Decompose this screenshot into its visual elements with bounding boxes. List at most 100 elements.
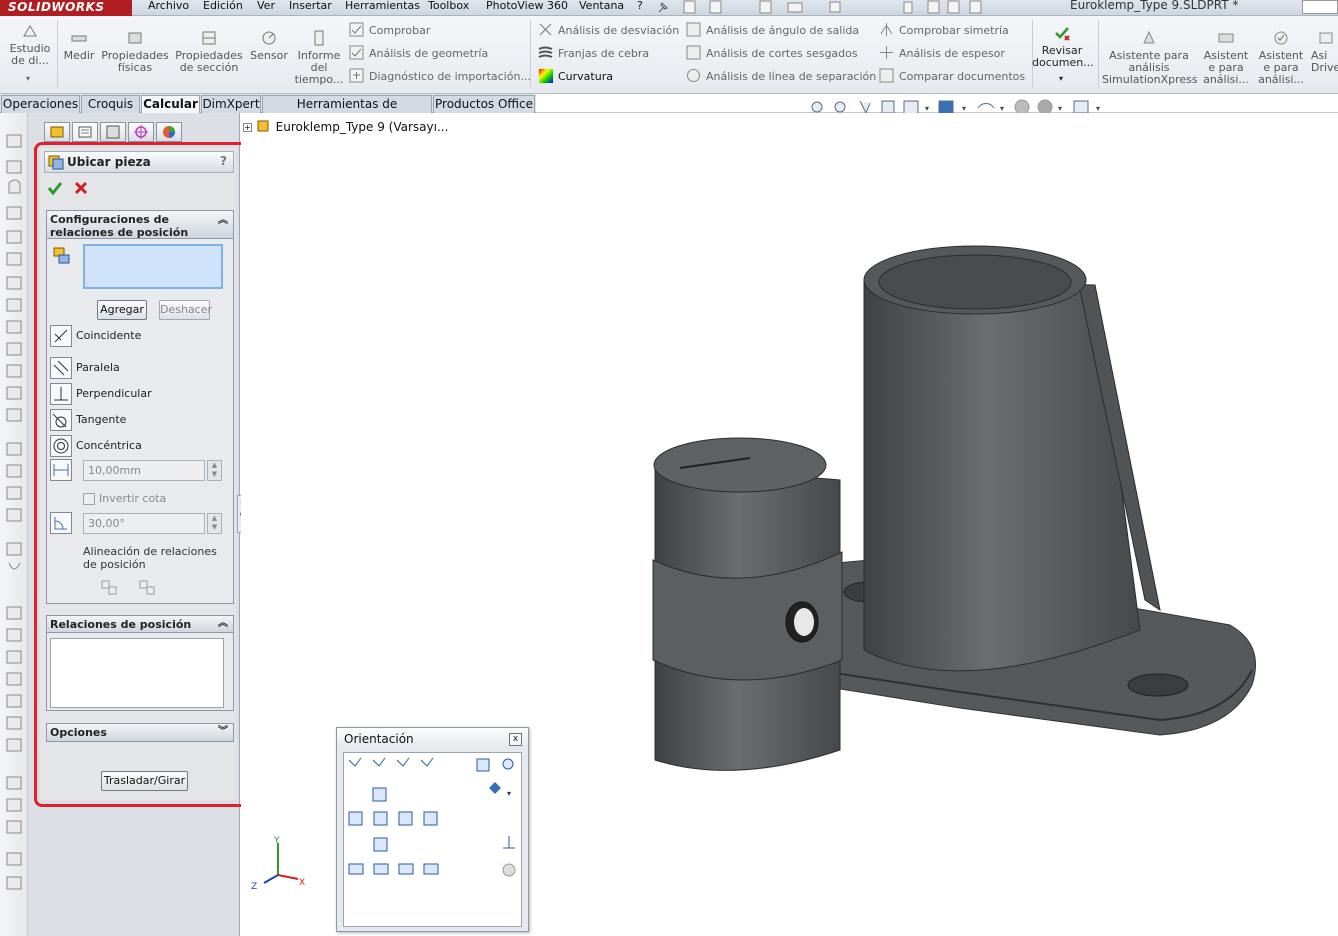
solidworks-logo[interactable]: SOLIDWORKS (0, 0, 132, 16)
dfmxpress-label: Asistent e para análisi... (1258, 49, 1304, 86)
sensor-button[interactable]: Sensor (247, 29, 291, 62)
undercut-analysis-button[interactable]: Análisis de cortes sesgados (686, 45, 858, 63)
pin-icon[interactable] (656, 0, 670, 14)
geometry-analysis-button[interactable]: Análisis de geometría (349, 45, 488, 63)
axes-triad: Y X Z (251, 836, 305, 892)
menu-photoview[interactable]: PhotoView 360 (486, 0, 568, 14)
featuremanager-tab[interactable] (44, 122, 70, 142)
performance-report-button[interactable]: Informe del tiempo... (294, 29, 344, 86)
propertymanager-icon (78, 126, 92, 138)
parting-line-analysis-button[interactable]: Análisis de línea de separación (686, 68, 876, 86)
curvature-label: Curvatura (558, 70, 613, 83)
menu-help[interactable]: ? (637, 0, 643, 14)
expand-node-icon[interactable]: + (243, 123, 252, 132)
tab-croquis[interactable]: Croquis (81, 95, 140, 113)
svg-text:▾: ▾ (1096, 104, 1100, 113)
standard-views-buttons[interactable]: ▾ (343, 752, 523, 926)
tab-herramientas-renderizado[interactable]: Herramientas de renderizado (262, 95, 432, 127)
floxpress-button[interactable]: Asistent e para análisi... (1201, 29, 1251, 86)
check-document-icon (1055, 27, 1070, 41)
driveworks-button[interactable]: Asi Drive (1311, 29, 1338, 74)
menu-insertar[interactable]: Insertar (289, 0, 332, 14)
check-document-dropdown-icon[interactable]: ▾ (1059, 74, 1063, 83)
search-box[interactable] (1302, 0, 1338, 14)
draft-analysis-button[interactable]: Análisis de ángulo de salida (686, 22, 859, 40)
svg-text:▾: ▾ (1000, 104, 1004, 113)
mass-properties-button[interactable]: Propiedades físicas (100, 29, 170, 74)
check-document-label: Revisar documen... (1032, 44, 1094, 69)
driveworks-icon (1319, 32, 1333, 44)
floxpress-label: Asistent e para análisi... (1203, 49, 1249, 86)
menu-edicion[interactable]: Edición (203, 0, 243, 14)
orientation-title: Orientación (337, 728, 528, 750)
geometry-analysis-icon (349, 45, 364, 60)
import-diagnostics-icon (349, 68, 364, 83)
draft-analysis-icon (686, 22, 701, 37)
menu-herramientas[interactable]: Herramientas (345, 0, 420, 14)
part-3d-model[interactable] (640, 230, 1270, 790)
configurationmanager-tab[interactable] (100, 122, 126, 142)
tab-operaciones[interactable]: Operaciones (1, 95, 80, 113)
study-button[interactable]: Estudio de di... (6, 22, 54, 67)
dfmxpress-button[interactable]: Asistent e para análisi... (1256, 29, 1306, 86)
measure-button[interactable]: Medir (60, 29, 98, 62)
deviation-analysis-label: Análisis de desviación (558, 24, 680, 37)
part-name-label: Euroklemp_Type 9 (Varsayı... (275, 120, 449, 134)
symmetry-check-label: Comprobar simetría (899, 24, 1009, 37)
propertymanager-tab[interactable] (72, 122, 98, 142)
simulationxpress-label: Asistente para análisis SimulationXpress (1102, 49, 1198, 86)
check-icon (349, 22, 364, 37)
symmetry-check-icon (880, 23, 893, 36)
check-document-button[interactable]: Revisar documen... (1032, 24, 1094, 69)
dfmxpress-icon (1274, 31, 1288, 45)
menu-archivo[interactable]: Archivo (148, 0, 189, 14)
part-icon (257, 120, 269, 132)
measure-icon (71, 35, 87, 42)
thickness-analysis-icon (880, 46, 893, 59)
displaymanager-tab[interactable] (156, 122, 182, 142)
tab-calcular[interactable]: Calcular (141, 95, 200, 113)
draft-analysis-label: Análisis de ángulo de salida (706, 24, 860, 37)
menu-ventana[interactable]: Ventana (579, 0, 624, 14)
vertical-tool-icons[interactable] (0, 113, 28, 913)
menu-ver[interactable]: Ver (257, 0, 275, 14)
measure-label: Medir (63, 49, 95, 62)
study-icon (23, 25, 37, 37)
import-diagnostics-button[interactable]: Diagnóstico de importación... (349, 68, 531, 86)
zebra-stripes-icon (538, 46, 553, 58)
study-dropdown-icon[interactable]: ▾ (26, 74, 30, 83)
parting-line-analysis-label: Análisis de línea de separación (706, 70, 877, 83)
check-button[interactable]: Comprobar (349, 22, 430, 40)
axis-z-label: Z (251, 882, 257, 892)
compare-documents-button[interactable]: Comparar documentos (879, 68, 1025, 86)
sensor-label: Sensor (250, 49, 288, 62)
manager-tabs (44, 122, 184, 142)
undercut-analysis-icon (686, 45, 701, 60)
section-properties-icon (202, 31, 216, 45)
tab-dimxpert[interactable]: DimXpert (201, 95, 261, 113)
zebra-stripes-button[interactable]: Franjas de cebra (538, 45, 649, 63)
curvature-button[interactable]: Curvatura (538, 68, 613, 86)
deviation-analysis-icon (539, 23, 552, 36)
menu-toolbox[interactable]: Toolbox (428, 0, 469, 14)
section-properties-button[interactable]: Propiedades de sección (173, 29, 245, 74)
quick-access-toolbar[interactable] (680, 0, 1100, 15)
geometry-analysis-label: Análisis de geometría (369, 47, 489, 60)
section-properties-label: Propiedades de sección (175, 49, 243, 74)
dimxpertmanager-tab[interactable] (128, 122, 154, 142)
driveworks-label: Asi Drive (1311, 49, 1338, 74)
thickness-analysis-button[interactable]: Análisis de espesor (879, 45, 1005, 63)
configurationmanager-icon (106, 125, 120, 139)
deviation-analysis-button[interactable]: Análisis de desviación (538, 22, 679, 40)
featuremanager-flyout[interactable]: + Euroklemp_Type 9 (Varsayı... (243, 119, 448, 135)
featuremanager-icon (50, 126, 64, 138)
orientation-close-button[interactable]: x (509, 733, 522, 746)
symmetry-check-button[interactable]: Comprobar simetría (879, 22, 1009, 40)
mass-properties-label: Propiedades físicas (101, 49, 169, 74)
thickness-analysis-label: Análisis de espesor (899, 47, 1005, 60)
compare-documents-label: Comparar documentos (899, 70, 1026, 83)
svg-text:▾: ▾ (925, 104, 929, 113)
simulationxpress-button[interactable]: Asistente para análisis SimulationXpress (1102, 29, 1198, 86)
parting-line-analysis-icon (687, 69, 700, 82)
tab-productos-office[interactable]: Productos Office (433, 95, 535, 113)
